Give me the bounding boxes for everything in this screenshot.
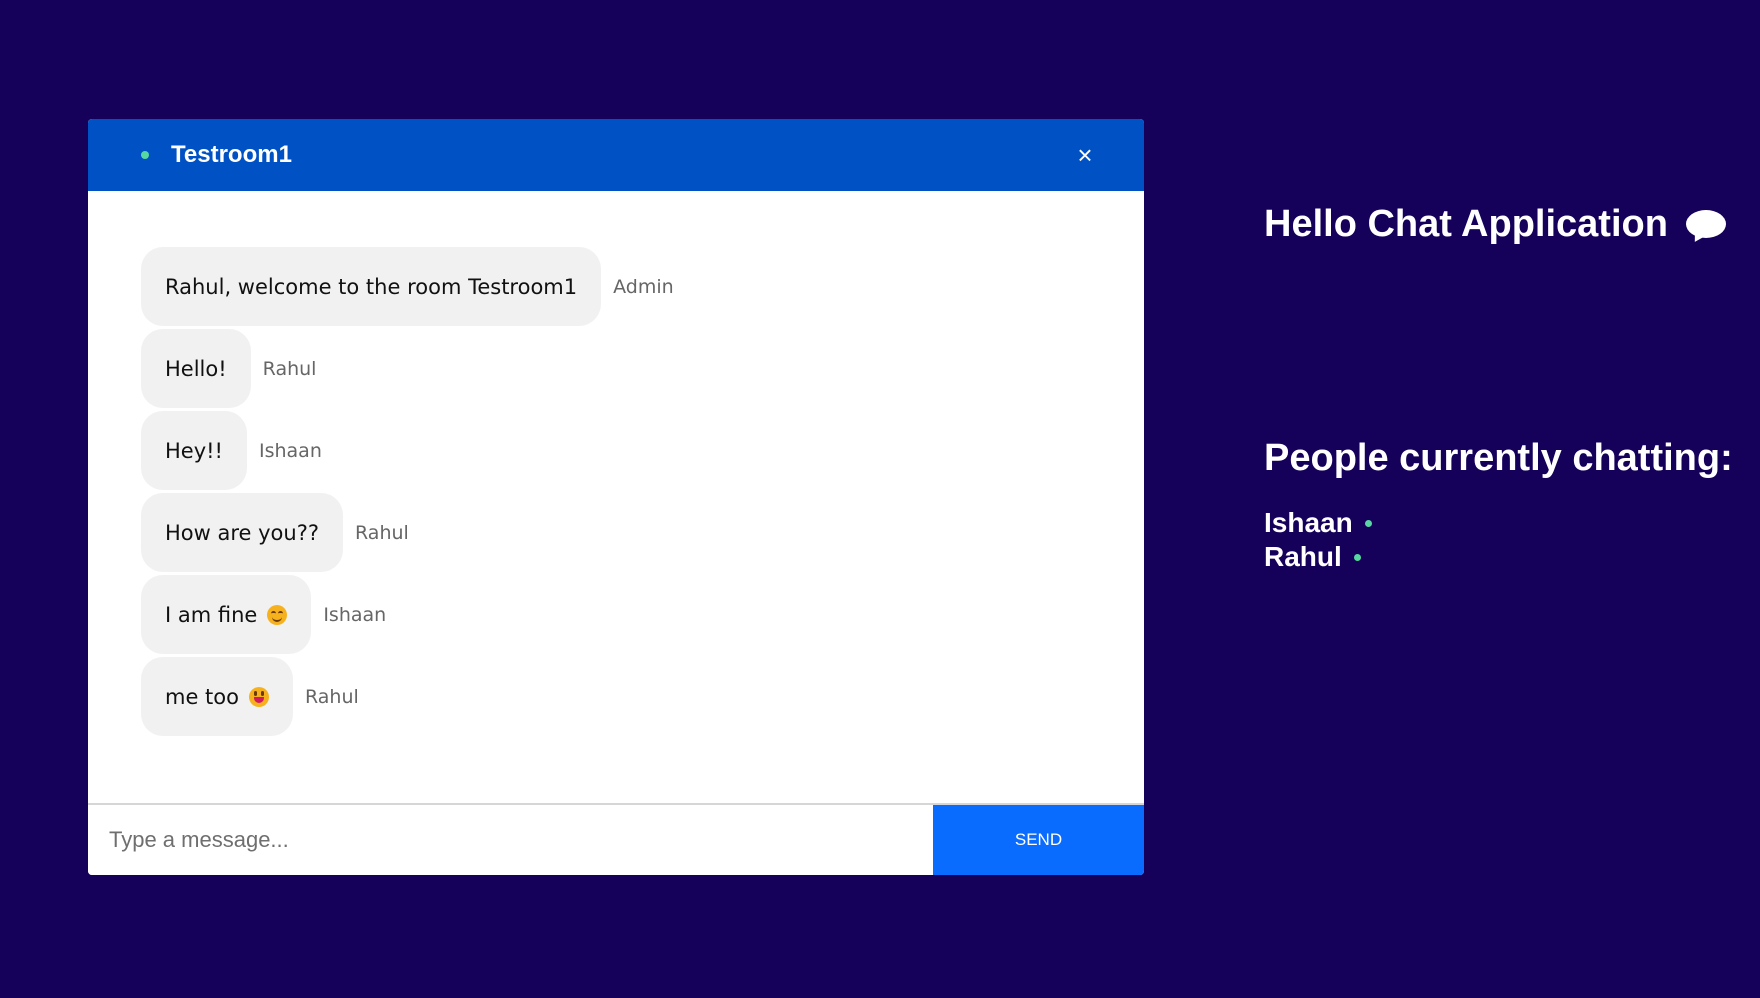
message-row: Rahul, welcome to the room Testroom1 Adm… bbox=[141, 247, 1101, 326]
message-bubble: me too bbox=[141, 657, 293, 736]
message-bubble: How are you?? bbox=[141, 493, 344, 572]
app-title-text: Hello Chat Application bbox=[1264, 203, 1668, 245]
message-row: Hello! Rahul bbox=[141, 329, 1101, 408]
close-button[interactable]: × bbox=[1069, 138, 1101, 172]
online-status-icon bbox=[1364, 519, 1372, 527]
person-name: Rahul bbox=[1264, 541, 1342, 572]
person-name: Ishaan bbox=[1264, 507, 1353, 538]
app-title: Hello Chat Application bbox=[1264, 203, 1726, 246]
grinning-face-icon bbox=[248, 686, 269, 707]
message-row: I am fine Ishaan bbox=[141, 575, 1101, 654]
message-bubble: Rahul, welcome to the room Testroom1 bbox=[141, 247, 602, 326]
message-sender: Rahul bbox=[304, 685, 359, 708]
message-sender: Ishaan bbox=[323, 603, 387, 626]
room-title: Testroom1 bbox=[171, 141, 292, 168]
message-row: Hey!! Ishaan bbox=[141, 411, 1101, 490]
message-input[interactable] bbox=[88, 805, 933, 875]
send-button[interactable]: SEND bbox=[933, 805, 1144, 875]
message-composer: SEND bbox=[88, 803, 1144, 875]
message-bubble: Hey!! bbox=[141, 411, 247, 490]
online-status-icon bbox=[1353, 553, 1361, 561]
smiling-face-icon bbox=[267, 604, 288, 625]
message-row: me too Rahul bbox=[141, 657, 1101, 736]
speech-bubble-icon bbox=[1685, 209, 1726, 245]
message-bubble: I am fine bbox=[141, 575, 312, 654]
chat-header: Testroom1 × bbox=[88, 119, 1144, 191]
message-text: Rahul, welcome to the room Testroom1 bbox=[165, 274, 578, 299]
message-list: Rahul, welcome to the room Testroom1 Adm… bbox=[141, 247, 1101, 739]
person-item: Ishaan bbox=[1264, 506, 1372, 540]
message-sender: Ishaan bbox=[258, 439, 322, 462]
message-sender: Admin bbox=[613, 275, 674, 298]
message-row: How are you?? Rahul bbox=[141, 493, 1101, 572]
people-title: People currently chatting: bbox=[1264, 437, 1733, 479]
message-sender: Rahul bbox=[355, 521, 409, 544]
message-text: How are you?? bbox=[165, 520, 320, 545]
message-text: I am fine bbox=[165, 602, 258, 627]
message-text: Hey!! bbox=[165, 438, 223, 463]
message-sender: Rahul bbox=[262, 357, 317, 380]
chat-window: Testroom1 × Rahul, welcome to the room T… bbox=[88, 119, 1144, 875]
people-list: Ishaan Rahul bbox=[1264, 506, 1372, 574]
person-item: Rahul bbox=[1264, 540, 1372, 574]
message-bubble: Hello! bbox=[141, 329, 251, 408]
message-text: me too bbox=[165, 684, 239, 709]
online-status-icon bbox=[141, 151, 149, 159]
message-text: Hello! bbox=[165, 356, 227, 381]
